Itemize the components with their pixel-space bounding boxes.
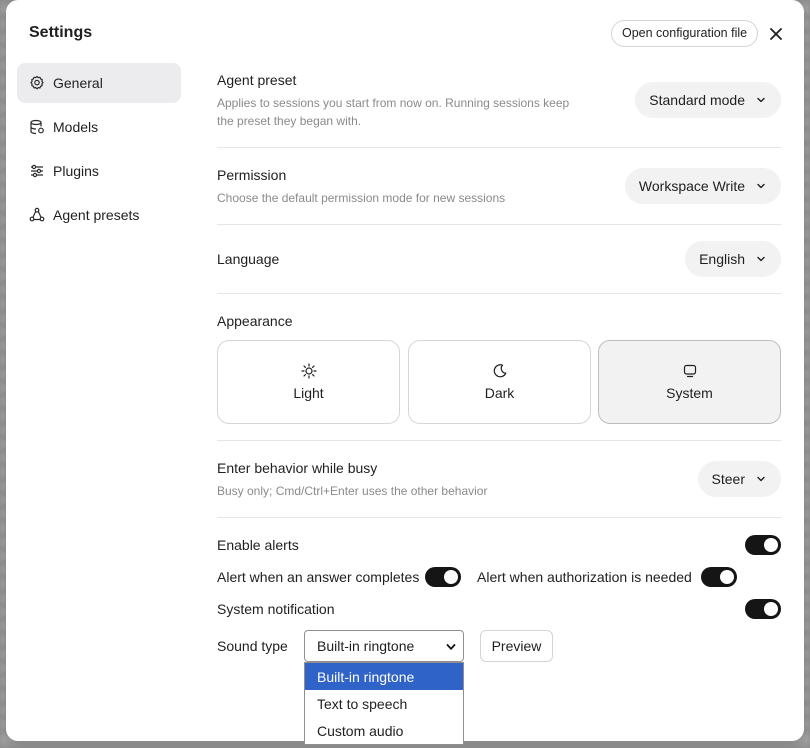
sliders-icon [29,163,45,179]
sidebar-item-label: Plugins [53,163,99,179]
permission-row: Permission Choose the default permission… [217,167,781,207]
sound-option-custom[interactable]: Custom audio [305,717,463,744]
appearance-system-card[interactable]: System [598,340,781,424]
divider [217,224,781,225]
language-value: English [699,251,745,267]
appearance-row: Appearance [217,313,781,329]
dialog-title: Settings [29,24,93,41]
sound-type-label: Sound type [217,638,288,654]
permission-value: Workspace Write [638,178,745,194]
chevron-down-icon [755,94,767,106]
sound-type-value: Built-in ringtone [317,638,415,654]
settings-dialog: Settings Open configuration file General [6,0,804,745]
sun-icon [300,363,317,379]
permission-dropdown[interactable]: Workspace Write [624,168,781,204]
sidebar-item-label: Models [53,119,99,135]
enter-behavior-dropdown[interactable]: Steer [697,461,781,497]
database-icon [29,119,45,135]
sound-type-options: Built-in ringtone Text to speech Custom … [304,662,464,745]
close-icon [770,28,782,40]
agent-preset-value: Standard mode [649,92,745,108]
language-dropdown[interactable]: English [685,241,781,277]
divider [217,293,781,294]
agent-preset-desc: Applies to sessions you start from now o… [217,96,570,128]
agent-preset-row: Agent preset Applies to sessions you sta… [217,72,781,130]
preview-button[interactable]: Preview [480,630,553,662]
sidebar-item-label: General [53,75,103,91]
appearance-system-label: System [666,385,713,401]
agent-preset-dropdown[interactable]: Standard mode [635,82,781,118]
auth-alert-label: Alert when authorization is needed [477,569,692,585]
enable-alerts-label: Enable alerts [217,537,299,553]
sound-option-builtin[interactable]: Built-in ringtone [305,663,463,690]
system-notification-toggle[interactable] [745,599,781,619]
divider [217,440,781,441]
close-button[interactable] [766,24,786,44]
moon-icon [492,363,508,379]
answer-alert-label: Alert when an answer completes [217,569,420,585]
enable-alerts-toggle[interactable] [745,535,781,555]
gear-icon [29,75,45,91]
enter-behavior-title: Enter behavior while busy [217,460,378,476]
appearance-options: Light Dark System [217,340,781,424]
answer-alert-toggle[interactable] [425,567,461,587]
sidebar-item-agent-presets[interactable]: Agent presets [17,195,181,235]
appearance-light-card[interactable]: Light [217,340,400,424]
sidebar-item-general[interactable]: General [17,63,181,103]
chevron-down-icon [755,180,767,192]
sound-option-tts[interactable]: Text to speech [305,690,463,717]
chevron-down-icon [445,641,457,653]
system-notification-label: System notification [217,601,335,617]
auth-alert-toggle[interactable] [701,567,737,587]
sidebar-item-models[interactable]: Models [17,107,181,147]
appearance-light-label: Light [293,385,324,401]
monitor-icon [682,363,698,379]
language-row: Language English [217,241,781,277]
enter-behavior-row: Enter behavior while busy Busy only; Cmd… [217,460,781,500]
enter-behavior-value: Steer [711,471,745,487]
open-config-button[interactable]: Open configuration file [611,20,759,47]
sound-type-select[interactable]: Built-in ringtone [304,630,464,662]
appearance-dark-card[interactable]: Dark [408,340,591,424]
chevron-down-icon [755,473,767,485]
appearance-dark-label: Dark [484,385,515,401]
chevron-down-icon [755,253,767,265]
enter-behavior-desc: Busy only; Cmd/Ctrl+Enter uses the other… [217,484,488,498]
divider [217,517,781,518]
divider [217,147,781,148]
sidebar-item-plugins[interactable]: Plugins [17,151,181,191]
sidebar: General Models Plugins Agent presets [17,63,181,239]
sidebar-item-label: Agent presets [53,207,140,223]
appearance-title: Appearance [217,313,293,329]
agent-icon [29,207,45,223]
